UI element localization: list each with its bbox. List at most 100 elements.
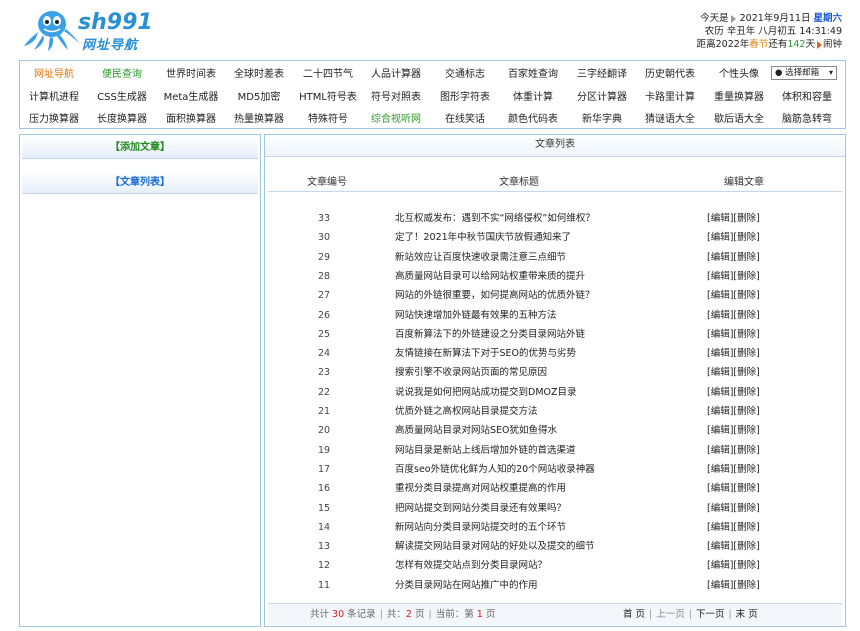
nav-link[interactable]: 便民查询 [87,65,157,80]
delete-link[interactable]: [删除] [733,232,759,243]
delete-link[interactable]: [删除] [733,387,759,398]
delete-link[interactable]: [删除] [733,348,759,359]
edit-link[interactable]: [编辑] [707,252,733,263]
nav-link[interactable]: 新华字典 [567,110,637,125]
delete-link[interactable]: [删除] [733,213,759,224]
prev-page-link[interactable]: 上一页 [656,609,685,620]
nav-link[interactable]: 二十四节气 [293,65,363,80]
nav-link[interactable]: 百家姓查询 [498,65,568,80]
nav-link[interactable]: 体积和容量 [772,88,842,103]
nav-link[interactable]: 个性头像 [704,65,774,80]
article-title-link[interactable]: 解读提交网站目录对网站的好处以及提交的细节 [395,537,595,556]
edit-link[interactable]: [编辑] [707,483,733,494]
article-title-link[interactable]: 怎样有效提交站点到分类目录网站？ [395,556,547,575]
nav-link[interactable]: 交通标志 [430,65,500,80]
article-title-link[interactable]: 百度新算法下的外链建设之分类目录网站外链 [395,325,585,344]
edit-link[interactable]: [编辑] [707,387,733,398]
edit-link[interactable]: [编辑] [707,541,733,552]
first-page-link[interactable]: 首 页 [623,609,645,620]
delete-link[interactable]: [删除] [733,522,759,533]
edit-link[interactable]: [编辑] [707,348,733,359]
nav-link[interactable]: 脑筋急转弯 [772,110,842,125]
delete-link[interactable]: [删除] [733,445,759,456]
nav-link[interactable]: Meta生成器 [156,88,226,103]
delete-link[interactable]: [删除] [733,560,759,571]
nav-link[interactable]: 分区计算器 [567,88,637,103]
nav-link[interactable]: 计算机进程 [19,88,89,103]
nav-link[interactable]: 综合视听网 [361,110,431,125]
article-title-link[interactable]: 新站效应让百度快速收录需注意三点细节 [395,248,566,267]
nav-link[interactable]: 颜色代码表 [498,110,568,125]
delete-link[interactable]: [删除] [733,483,759,494]
nav-link[interactable]: CSS生成器 [87,88,157,103]
nav-link[interactable]: 人品计算器 [361,65,431,80]
nav-link[interactable]: 重量换算器 [704,88,774,103]
delete-link[interactable]: [删除] [733,580,759,591]
nav-link[interactable]: 卡路里计算 [635,88,705,103]
nav-link[interactable]: 历史朝代表 [635,65,705,80]
nav-link[interactable]: 特殊符号 [293,110,363,125]
article-title-link[interactable]: 网站的外链很重要，如何提高网站的优质外链？ [395,286,595,305]
nav-link[interactable]: 在线笑话 [430,110,500,125]
nav-link[interactable]: 全球时差表 [224,65,294,80]
delete-link[interactable]: [删除] [733,464,759,475]
nav-link[interactable]: 长度换算器 [87,110,157,125]
nav-link[interactable]: 猜谜语大全 [635,110,705,125]
edit-link[interactable]: [编辑] [707,464,733,475]
article-title-link[interactable]: 高质量网站目录可以给网站权重带来质的提升 [395,267,585,286]
nav-link[interactable]: 图形字符表 [430,88,500,103]
nav-link[interactable]: HTML符号表 [293,88,363,103]
mailbox-select[interactable]: ● 选择邮箱 ▾ [771,66,837,80]
edit-link[interactable]: [编辑] [707,367,733,378]
edit-link[interactable]: [编辑] [707,329,733,340]
article-title-link[interactable]: 分类目录网站在网站推广中的作用 [395,576,538,595]
edit-link[interactable]: [编辑] [707,580,733,591]
nav-link[interactable]: 符号对照表 [361,88,431,103]
nav-link[interactable]: 面积换算器 [156,110,226,125]
article-title-link[interactable]: 把网站提交到网站分类目录还有效果吗？ [395,499,566,518]
article-list-link[interactable]: 【文章列表】 [22,172,258,194]
delete-link[interactable]: [删除] [733,290,759,301]
article-title-link[interactable]: 新网站向分类目录网站提交时的五个环节 [395,518,566,537]
article-title-link[interactable]: 网站快速增加外链最有效果的五种方法 [395,306,557,325]
edit-link[interactable]: [编辑] [707,213,733,224]
site-logo[interactable]: sh991 网址导航 [22,8,153,53]
nav-link[interactable]: 世界时间表 [156,65,226,80]
last-page-link[interactable]: 末 页 [736,609,758,620]
next-page-link[interactable]: 下一页 [696,609,725,620]
nav-link[interactable]: 网址导航 [19,65,89,80]
delete-link[interactable]: [删除] [733,252,759,263]
delete-link[interactable]: [删除] [733,271,759,282]
add-article-link[interactable]: 【添加文章】 [22,137,258,159]
article-title-link[interactable]: 重视分类目录提高对网站权重提高的作用 [395,479,566,498]
nav-link[interactable]: 三字经翻译 [567,65,637,80]
edit-link[interactable]: [编辑] [707,445,733,456]
edit-link[interactable]: [编辑] [707,425,733,436]
nav-link[interactable]: MD5加密 [224,88,294,103]
article-title-link[interactable]: 友情链接在新算法下对于SEO的优势与劣势 [395,344,576,363]
edit-link[interactable]: [编辑] [707,560,733,571]
nav-link[interactable]: 体重计算 [498,88,568,103]
article-title-link[interactable]: 说说我是如何把网站成功提交到DMOZ目录 [395,383,577,402]
article-title-link[interactable]: 百度seo外链优化鲜为人知的20个网站收录神器 [395,460,595,479]
article-title-link[interactable]: 搜索引擎不收录网站页面的常见原因 [395,363,547,382]
edit-link[interactable]: [编辑] [707,290,733,301]
edit-link[interactable]: [编辑] [707,310,733,321]
delete-link[interactable]: [删除] [733,367,759,378]
edit-link[interactable]: [编辑] [707,232,733,243]
delete-link[interactable]: [删除] [733,310,759,321]
edit-link[interactable]: [编辑] [707,503,733,514]
article-title-link[interactable]: 高质量网站目录对网站SEO犹如鱼得水 [395,421,557,440]
nav-link[interactable]: 压力换算器 [19,110,89,125]
article-title-link[interactable]: 北互权威发布：遇到不实“网络侵权”如何维权？ [395,209,595,228]
nav-link[interactable]: 歇后语大全 [704,110,774,125]
delete-link[interactable]: [删除] [733,406,759,417]
article-title-link[interactable]: 定了！2021年中秋节国庆节放假通知来了 [395,228,571,247]
alarm-clock-link[interactable]: 闹钟 [823,39,842,50]
delete-link[interactable]: [删除] [733,541,759,552]
edit-link[interactable]: [编辑] [707,406,733,417]
delete-link[interactable]: [删除] [733,425,759,436]
delete-link[interactable]: [删除] [733,329,759,340]
edit-link[interactable]: [编辑] [707,271,733,282]
delete-link[interactable]: [删除] [733,503,759,514]
